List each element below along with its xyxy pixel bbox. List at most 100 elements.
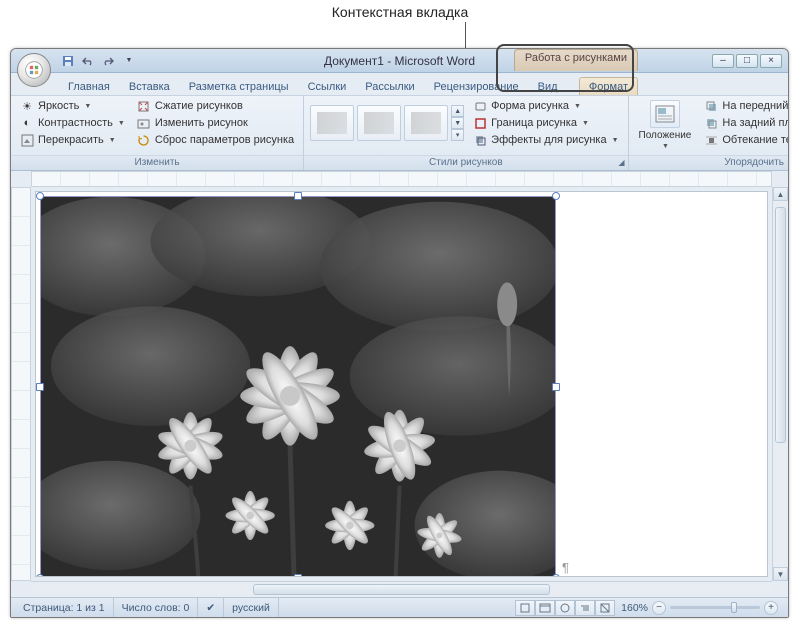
style-thumb-1[interactable] (310, 105, 354, 141)
brightness-icon: ☀ (20, 99, 34, 113)
redo-icon[interactable] (101, 54, 115, 68)
selected-picture[interactable] (40, 196, 556, 577)
title-bar: ▼ Документ1 - Microsoft Word Работа с ри… (11, 49, 788, 73)
contrast-button[interactable]: ◐Контрастность▼ (17, 115, 128, 131)
status-proofing[interactable]: ✔ (198, 598, 224, 617)
ribbon-tabs: Главная Вставка Разметка страницы Ссылки… (55, 73, 788, 95)
office-button[interactable] (17, 53, 51, 87)
vscroll-thumb[interactable] (775, 207, 786, 443)
zoom-out-button[interactable]: − (652, 601, 666, 615)
quick-access-toolbar: ▼ (61, 54, 136, 68)
resize-handle-br[interactable] (552, 574, 560, 577)
brightness-button[interactable]: ☀Яркость▼ (17, 98, 128, 114)
change-picture-icon (137, 116, 151, 130)
picture-content (41, 197, 555, 577)
group-arrange: Положение▼ На передний план▼ На задний п… (629, 96, 789, 170)
document-page[interactable]: ¶ (35, 191, 768, 577)
group-adjust: ☀Яркость▼ ◐Контрастность▼ Перекрасить▼ С… (11, 96, 304, 170)
resize-handle-bl[interactable] (36, 574, 44, 577)
contextual-tab-header: Работа с рисунками (514, 49, 638, 71)
status-words[interactable]: Число слов: 0 (114, 598, 199, 617)
tab-home[interactable]: Главная (59, 78, 119, 95)
group-adjust-label: Изменить (11, 155, 303, 170)
minimize-button[interactable]: – (712, 54, 734, 68)
styles-launcher-icon[interactable]: ◢ (618, 158, 624, 167)
resize-handle-r[interactable] (552, 383, 560, 391)
group-styles: ▲▼▾ Форма рисунка▼ Граница рисунка▼ Эффе… (304, 96, 628, 170)
status-language[interactable]: русский (224, 598, 279, 617)
view-draft[interactable] (595, 600, 615, 616)
resize-handle-tr[interactable] (552, 192, 560, 200)
group-arrange-label: Упорядочить (629, 155, 789, 170)
hscroll-thumb[interactable] (253, 584, 549, 595)
vertical-scrollbar[interactable]: ▲ ▼ (772, 187, 788, 581)
horizontal-scrollbar[interactable] (31, 581, 772, 597)
tab-format[interactable]: Формат (579, 77, 638, 95)
recolor-icon (20, 133, 34, 147)
tab-references[interactable]: Ссылки (299, 78, 356, 95)
compress-button[interactable]: Сжатие рисунков (134, 98, 297, 114)
styles-gallery[interactable]: ▲▼▾ (310, 105, 464, 141)
contrast-icon: ◐ (20, 116, 34, 130)
text-wrap-button[interactable]: Обтекание текстом▼ (701, 132, 789, 148)
annotation-line (465, 22, 466, 50)
scroll-down-icon[interactable]: ▼ (773, 567, 788, 581)
tab-review[interactable]: Рецензирование (425, 78, 528, 95)
shape-icon (473, 99, 487, 113)
reset-icon (137, 133, 151, 147)
close-button[interactable]: × (760, 54, 782, 68)
document-area: ▲ ▼ (11, 171, 788, 597)
zoom-in-button[interactable]: + (764, 601, 778, 615)
tab-page-layout[interactable]: Разметка страницы (180, 78, 298, 95)
position-icon (650, 100, 680, 128)
app-window: ▼ Документ1 - Microsoft Word Работа с ри… (10, 48, 789, 618)
undo-icon[interactable] (81, 54, 95, 68)
zoom-slider-thumb[interactable] (731, 602, 737, 613)
compress-icon (137, 99, 151, 113)
maximize-button[interactable]: □ (736, 54, 758, 68)
horizontal-ruler[interactable] (31, 171, 772, 187)
resize-handle-tl[interactable] (36, 192, 44, 200)
border-icon (473, 116, 487, 130)
position-button[interactable]: Положение▼ (635, 98, 696, 152)
scroll-up-icon[interactable]: ▲ (773, 187, 788, 201)
tab-mailings[interactable]: Рассылки (356, 78, 423, 95)
zoom-slider[interactable] (670, 606, 760, 609)
change-picture-button[interactable]: Изменить рисунок (134, 115, 297, 131)
picture-border-button[interactable]: Граница рисунка▼ (470, 115, 621, 131)
style-thumb-3[interactable] (404, 105, 448, 141)
view-full-screen[interactable] (535, 600, 555, 616)
reset-picture-button[interactable]: Сброс параметров рисунка (134, 132, 297, 148)
picture-effects-button[interactable]: Эффекты для рисунка▼ (470, 132, 621, 148)
tab-insert[interactable]: Вставка (120, 78, 179, 95)
send-back-button[interactable]: На задний план▼ (701, 115, 789, 131)
view-buttons (515, 600, 615, 616)
zoom-control: 160% − + (615, 601, 784, 615)
vertical-ruler[interactable] (11, 187, 31, 581)
resize-handle-l[interactable] (36, 383, 44, 391)
wrap-icon (704, 133, 718, 147)
picture-shape-button[interactable]: Форма рисунка▼ (470, 98, 621, 114)
gallery-spinner[interactable]: ▲▼▾ (451, 105, 464, 141)
paragraph-mark: ¶ (562, 560, 569, 575)
group-styles-label: Стили рисунков◢ (304, 155, 627, 170)
qat-more-icon[interactable]: ▼ (122, 54, 136, 68)
effects-icon (473, 133, 487, 147)
zoom-value[interactable]: 160% (621, 602, 648, 614)
view-web-layout[interactable] (555, 600, 575, 616)
style-thumb-2[interactable] (357, 105, 401, 141)
status-bar: Страница: 1 из 1 Число слов: 0 ✔ русский… (11, 597, 788, 617)
window-title: Документ1 - Microsoft Word (324, 54, 475, 68)
annotation-label: Контекстная вкладка (0, 0, 800, 20)
ribbon: ☀Яркость▼ ◐Контрастность▼ Перекрасить▼ С… (11, 95, 788, 171)
resize-handle-t[interactable] (294, 192, 302, 200)
bring-front-button[interactable]: На передний план▼ (701, 98, 789, 114)
save-icon[interactable] (61, 54, 75, 68)
view-print-layout[interactable] (515, 600, 535, 616)
resize-handle-b[interactable] (294, 574, 302, 577)
status-page[interactable]: Страница: 1 из 1 (15, 598, 114, 617)
proofing-icon: ✔ (206, 602, 215, 614)
view-outline[interactable] (575, 600, 595, 616)
recolor-button[interactable]: Перекрасить▼ (17, 132, 128, 148)
tab-view[interactable]: Вид (529, 78, 567, 95)
